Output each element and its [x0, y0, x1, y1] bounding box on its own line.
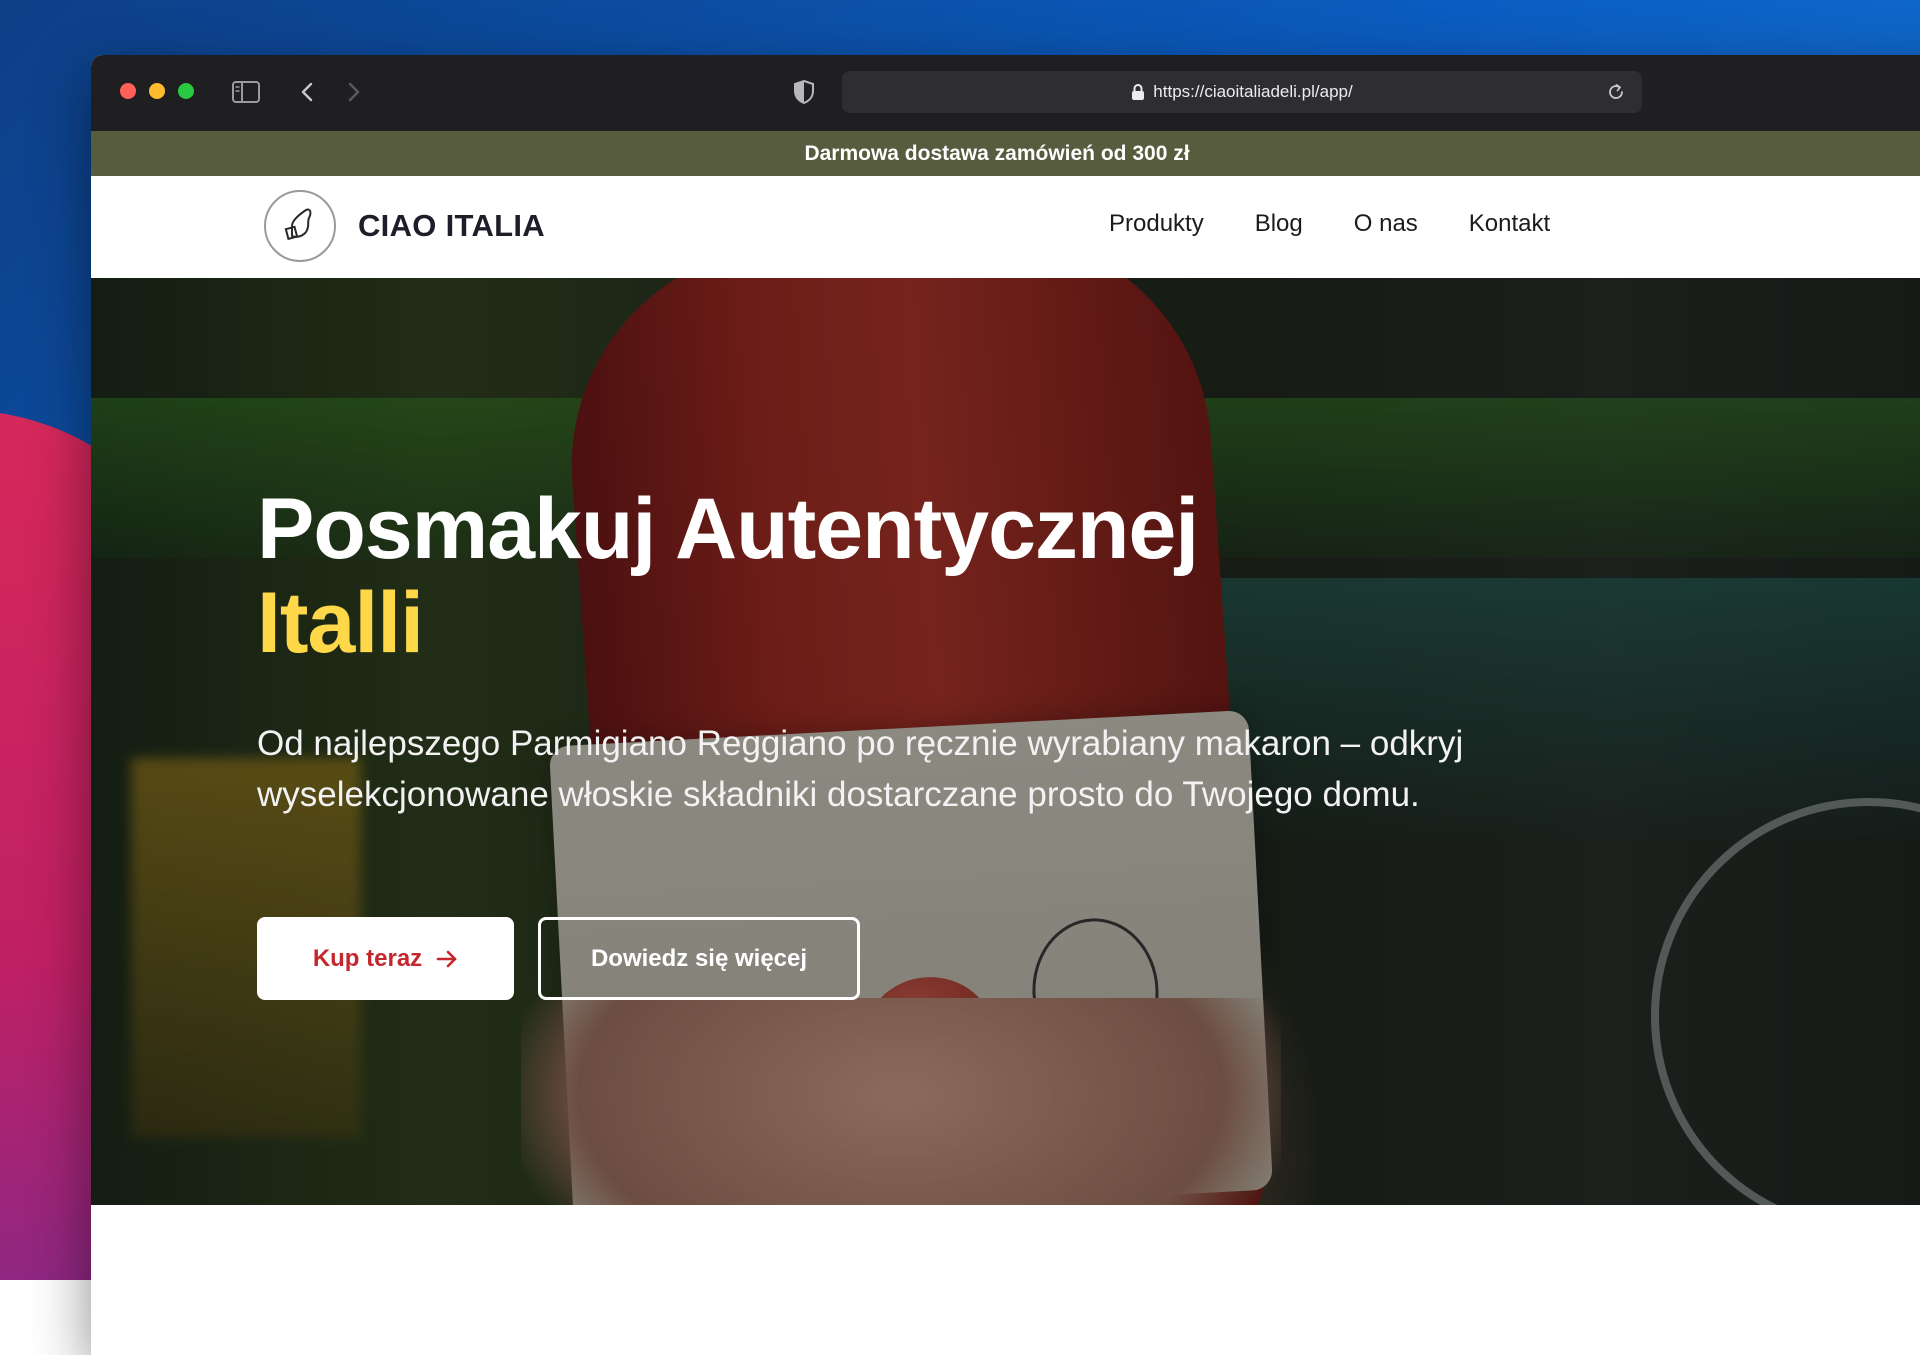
forward-arrow-icon[interactable] [339, 77, 369, 107]
main-navigation: Produkty Blog O nas Kontakt [1109, 210, 1550, 238]
hero-title-accent: Italli [257, 576, 1198, 670]
shop-now-label: Kup teraz [313, 945, 422, 973]
browser-toolbar: https://ciaoitaliadeli.pl/app/ [91, 55, 1920, 132]
minimize-window-button[interactable] [149, 83, 165, 99]
privacy-shield-icon[interactable] [789, 77, 819, 107]
nav-link-produkty[interactable]: Produkty [1109, 210, 1204, 238]
hero-section: Posmakuj Autentycznej Italli Od najlepsz… [91, 278, 1920, 1205]
close-window-button[interactable] [120, 83, 136, 99]
address-bar[interactable]: https://ciaoitaliadeli.pl/app/ [842, 71, 1642, 113]
nav-link-kontakt[interactable]: Kontakt [1469, 210, 1550, 238]
site-header: CIAO ITALIA Produkty Blog O nas Kontakt [91, 176, 1920, 278]
hero-title: Posmakuj Autentycznej Italli [257, 482, 1198, 670]
site-logo[interactable]: CIAO ITALIA [264, 190, 545, 262]
window-controls [120, 83, 194, 99]
reload-icon[interactable] [1602, 78, 1630, 106]
url-text: https://ciaoitaliadeli.pl/app/ [1153, 82, 1352, 102]
promo-bar: Darmowa dostawa zamówień od 300 zł [91, 131, 1920, 176]
web-page: Darmowa dostawa zamówień od 300 zł CIAO … [91, 131, 1920, 1355]
promo-text: Darmowa dostawa zamówień od 300 zł [804, 142, 1189, 166]
hero-title-line1: Posmakuj Autentycznej [257, 481, 1198, 577]
learn-more-button[interactable]: Dowiedz się więcej [538, 917, 860, 1000]
lock-icon [1131, 83, 1145, 101]
nav-link-o-nas[interactable]: O nas [1354, 210, 1418, 238]
browser-window: https://ciaoitaliadeli.pl/app/ Darmowa d… [91, 55, 1920, 1355]
sidebar-toggle-icon[interactable] [231, 77, 261, 107]
logo-text: CIAO ITALIA [358, 208, 545, 244]
arrow-right-icon [436, 949, 458, 969]
shop-now-button[interactable]: Kup teraz [257, 917, 514, 1000]
nav-link-blog[interactable]: Blog [1255, 210, 1303, 238]
back-arrow-icon[interactable] [292, 77, 322, 107]
zoom-window-button[interactable] [178, 83, 194, 99]
logo-badge-icon [264, 190, 336, 262]
hero-subtitle: Od najlepszego Parmigiano Reggiano po rę… [257, 718, 1477, 820]
